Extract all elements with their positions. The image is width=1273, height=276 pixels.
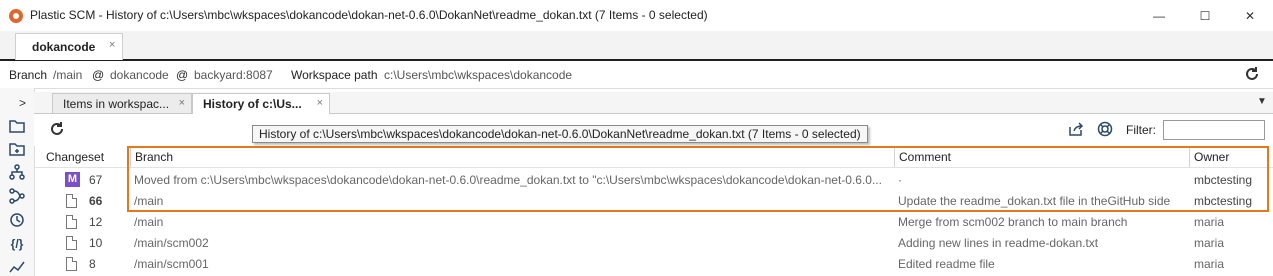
tabs-menu-icon[interactable]: ▼ — [1257, 96, 1267, 107]
owner-cell: maria — [1194, 236, 1225, 250]
table-row[interactable]: 8 /main/scm001 Edited readme file maria — [34, 254, 1273, 275]
changeset-cell: 8 — [89, 257, 96, 271]
tab-label: History of c:\Us... — [203, 97, 302, 111]
filter-label: Filter: — [1126, 123, 1156, 137]
repository-value: dokancode — [110, 68, 169, 82]
workspace-path-value: c:\Users\mbc\wkspaces\dokancode — [384, 68, 573, 82]
file-icon — [66, 257, 77, 271]
window-title: Plastic SCM - History of c:\Users\mbc\wk… — [30, 8, 708, 22]
at-separator: @ — [176, 68, 189, 82]
workspace-tab-dokancode[interactable]: dokancode × — [15, 33, 123, 60]
changeset-cell: 66 — [89, 194, 103, 208]
close-window-button[interactable]: ✕ — [1227, 0, 1273, 31]
history-icon[interactable] — [9, 212, 25, 228]
expand-rail-icon[interactable]: > — [19, 96, 26, 110]
comment-cell: Merge from scm002 branch to main branch — [898, 215, 1128, 229]
at-separator: @ — [92, 68, 105, 82]
workspace-tab-strip — [0, 31, 1273, 61]
changeset-cell: 12 — [89, 215, 103, 229]
highlight-box — [127, 146, 1269, 212]
changeset-cell: 67 — [89, 173, 103, 187]
tab-label: Items in workspac... — [63, 97, 170, 111]
comment-cell: Adding new lines in readme-dokan.txt — [898, 236, 1099, 250]
branch-cell: /main/scm002 — [134, 236, 209, 250]
folder-icon[interactable] — [9, 118, 25, 134]
column-header-changeset[interactable]: Changeset — [46, 148, 104, 166]
branch-value: /main — [53, 68, 83, 82]
maximize-button[interactable]: ☐ — [1182, 0, 1228, 31]
server-value: backyard:8087 — [194, 68, 273, 82]
branch-cell: /main — [134, 215, 164, 229]
refresh-workspace-icon[interactable] — [1244, 66, 1260, 82]
file-icon — [66, 215, 77, 229]
tab-items-in-workspace[interactable]: Items in workspac... × — [52, 93, 192, 113]
help-lifebuoy-icon[interactable] — [1097, 121, 1113, 137]
branch-explorer-icon[interactable] — [9, 164, 25, 180]
code-review-icon[interactable]: {/} — [9, 236, 25, 252]
owner-cell: maria — [1194, 215, 1225, 229]
workspace-path-label: Workspace path — [291, 68, 378, 82]
merge-badge-icon: M — [65, 172, 80, 187]
file-icon — [66, 194, 77, 208]
branch-label: Branch — [9, 68, 48, 82]
file-icon — [66, 236, 77, 250]
close-icon[interactable]: × — [317, 97, 323, 109]
table-row[interactable]: 12 /main Merge from scm002 branch to mai… — [34, 212, 1273, 233]
plastic-scm-logo-icon — [9, 9, 23, 23]
branch-cell: /main/scm001 — [134, 257, 209, 271]
filter-input[interactable] — [1163, 120, 1265, 140]
changeset-cell: 10 — [89, 236, 103, 250]
minimize-button[interactable]: — — [1136, 0, 1182, 31]
owner-cell: maria — [1194, 257, 1225, 271]
workspace-info-bar — [0, 62, 1273, 89]
workspace-tab-label: dokancode — [32, 40, 96, 54]
chart-icon[interactable] — [9, 259, 25, 275]
pending-changes-icon[interactable] — [9, 141, 25, 157]
table-row[interactable]: 10 /main/scm002 Adding new lines in read… — [34, 233, 1273, 254]
close-icon[interactable]: × — [109, 39, 115, 51]
close-icon[interactable]: × — [179, 97, 185, 109]
tab-history[interactable]: History of c:\Us... × — [192, 93, 330, 114]
tooltip: History of c:\Users\mbc\wkspaces\dokanco… — [252, 125, 868, 143]
comment-cell: Edited readme file — [898, 257, 995, 271]
branches-icon[interactable] — [9, 188, 25, 204]
share-icon[interactable] — [1068, 121, 1084, 137]
refresh-icon[interactable] — [49, 121, 65, 137]
